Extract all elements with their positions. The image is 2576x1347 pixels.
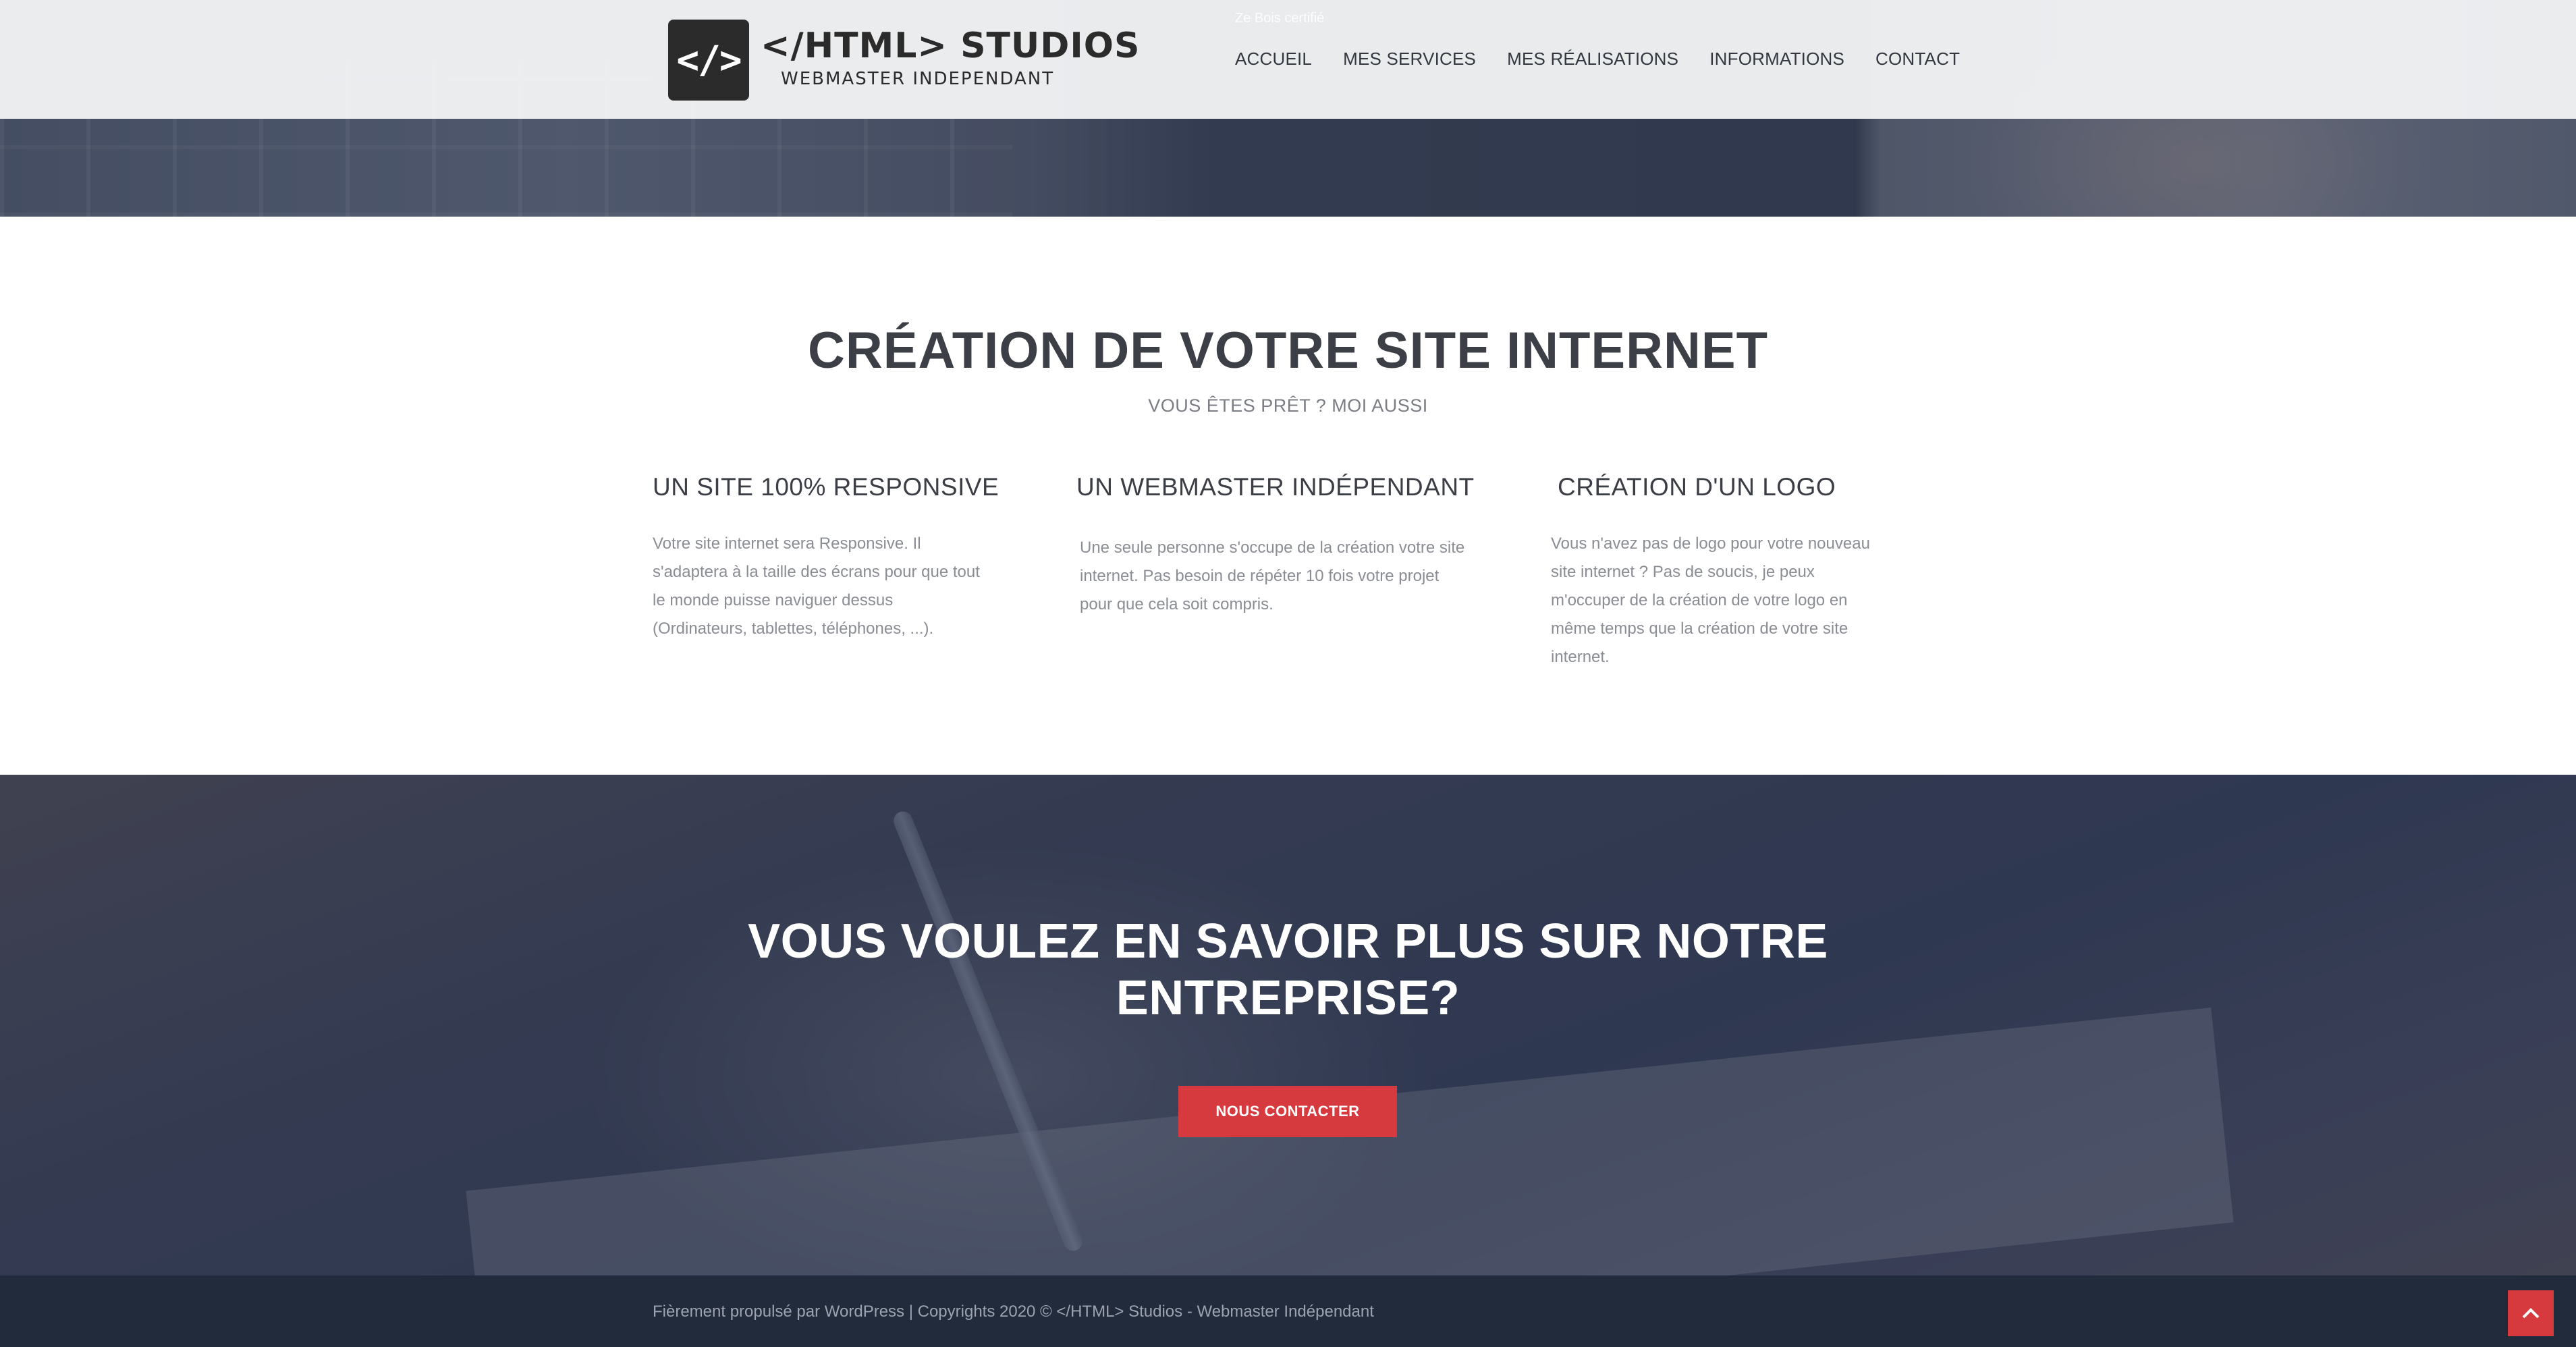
feature-logo: CRÉATION D'UN LOGO Vous n'avez pas de lo…	[1551, 473, 1888, 671]
nav-accueil[interactable]: ACCUEIL	[1235, 49, 1312, 70]
feature-text: Une seule personne s'occupe de la créati…	[1080, 539, 1465, 613]
feature-responsive: UN SITE 100% RESPONSIVE Votre site inter…	[653, 473, 999, 643]
site-header: </> </HTML> STUDIOS WEBMASTER INDEPENDAN…	[0, 0, 2576, 119]
nav-informations[interactable]: INFORMATIONS	[1709, 49, 1844, 70]
section-subtitle: VOUS ÊTES PRÊT ? MOI AUSSI	[1148, 395, 1428, 416]
logo-subtitle: WEBMASTER INDEPENDANT	[781, 69, 1055, 89]
feature-heading: UN SITE 100% RESPONSIVE	[653, 473, 999, 501]
feature-heading: CRÉATION D'UN LOGO	[1558, 473, 1836, 501]
cta-section: VOUS VOULEZ EN SAVOIR PLUS SUR NOTRE ENT…	[0, 775, 2576, 1275]
contact-button[interactable]: NOUS CONTACTER	[1178, 1086, 1397, 1137]
section-title: CRÉATION DE VOTRE SITE INTERNET	[807, 322, 1768, 379]
chevron-up-icon	[2522, 1308, 2540, 1319]
scroll-to-top-button[interactable]	[2508, 1290, 2554, 1336]
page: </> </HTML> STUDIOS WEBMASTER INDEPENDAN…	[0, 0, 2576, 1347]
footer-copyright: Fièrement propulsé par WordPress | Copyr…	[653, 1302, 1374, 1321]
feature-text: Vous n'avez pas de logo pour votre nouve…	[1551, 534, 1870, 666]
feature-webmaster: UN WEBMASTER INDÉPENDANT Une seule perso…	[1076, 473, 1475, 619]
nav-mes-realisations[interactable]: MES RÉALISATIONS	[1507, 49, 1678, 70]
main-nav: ACCUEIL MES SERVICES MES RÉALISATIONS IN…	[1235, 49, 1991, 70]
site-footer: Fièrement propulsé par WordPress | Copyr…	[0, 1275, 2576, 1347]
logo-icon[interactable]: </>	[668, 20, 749, 101]
logo-title[interactable]: </HTML> STUDIOS	[761, 26, 1140, 66]
nav-contact[interactable]: CONTACT	[1875, 49, 1960, 70]
feature-text: Votre site internet sera Responsive. Il …	[653, 534, 980, 638]
cta-title: VOUS VOULEZ EN SAVOIR PLUS SUR NOTRE ENT…	[748, 914, 1828, 1025]
services-section: CRÉATION DE VOTRE SITE INTERNET VOUS ÊTE…	[0, 217, 2576, 775]
nav-mes-services[interactable]: MES SERVICES	[1343, 49, 1476, 70]
feature-heading: UN WEBMASTER INDÉPENDANT	[1076, 473, 1475, 501]
top-note: Ze Bois certifié	[1235, 11, 1325, 26]
